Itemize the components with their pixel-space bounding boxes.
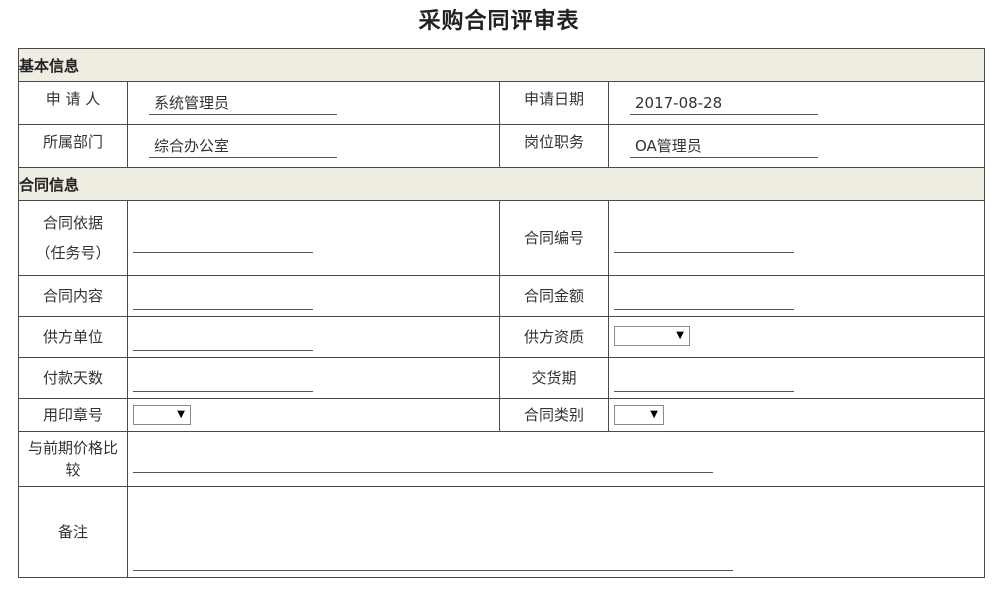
supplier-field[interactable] bbox=[133, 327, 313, 351]
delivery-field[interactable] bbox=[614, 368, 794, 392]
row-department: 所属部门 综合办公室 岗位职务 OA管理员 bbox=[18, 124, 986, 168]
qualification-select[interactable]: ▼ bbox=[614, 326, 690, 346]
seal-cell: ▼ bbox=[127, 398, 500, 432]
delivery-label: 交货期 bbox=[499, 357, 609, 399]
position-label: 岗位职务 bbox=[499, 124, 609, 168]
row-seal: 用印章号 ▼ 合同类别 ▼ bbox=[18, 398, 986, 432]
contract-number-field[interactable] bbox=[614, 229, 794, 253]
contract-number-label: 合同编号 bbox=[499, 200, 609, 276]
payment-days-label: 付款天数 bbox=[18, 357, 128, 399]
row-payment-days: 付款天数 交货期 bbox=[18, 357, 986, 399]
seal-label: 用印章号 bbox=[18, 398, 128, 432]
row-supplier: 供方单位 供方资质 ▼ bbox=[18, 316, 986, 358]
contract-amount-cell bbox=[607, 275, 986, 317]
position-field[interactable]: OA管理员 bbox=[630, 134, 818, 158]
contract-content-label: 合同内容 bbox=[18, 275, 128, 317]
remarks-cell bbox=[126, 486, 986, 578]
contract-review-form: 基本信息 申 请 人 系统管理员 申请日期 2017-08-28 所属部门 综合… bbox=[17, 48, 986, 578]
apply-date-label: 申请日期 bbox=[499, 81, 609, 125]
row-contract-basis: 合同依据 （任务号） 合同编号 bbox=[18, 200, 986, 276]
page-title: 采购合同评审表 bbox=[418, 9, 580, 34]
row-applicant: 申 请 人 系统管理员 申请日期 2017-08-28 bbox=[18, 81, 986, 125]
price-compare-cell bbox=[126, 431, 986, 487]
contract-basis-label-line1: 合同依据 bbox=[42, 214, 103, 232]
qualification-cell: ▼ bbox=[607, 316, 986, 358]
price-compare-label-line1: 与前期价格比 bbox=[27, 439, 118, 457]
department-label: 所属部门 bbox=[18, 124, 128, 168]
applicant-label: 申 请 人 bbox=[18, 81, 128, 125]
price-compare-label: 与前期价格比 较 bbox=[18, 431, 128, 487]
contract-content-field[interactable] bbox=[133, 286, 313, 310]
row-remarks: 备注 bbox=[18, 486, 986, 578]
applicant-field[interactable]: 系统管理员 bbox=[149, 91, 337, 115]
contract-amount-label: 合同金额 bbox=[499, 275, 609, 317]
contract-basis-label-line2: （任务号） bbox=[35, 244, 111, 262]
contract-type-cell: ▼ bbox=[607, 398, 986, 432]
section-contract-info: 合同信息 bbox=[17, 167, 986, 201]
row-price-compare: 与前期价格比 较 bbox=[18, 431, 986, 487]
row-contract-content: 合同内容 合同金额 bbox=[18, 275, 986, 317]
chevron-down-icon: ▼ bbox=[177, 409, 185, 420]
applicant-cell: 系统管理员 bbox=[127, 81, 500, 125]
contract-basis-field[interactable] bbox=[133, 229, 313, 253]
remarks-label: 备注 bbox=[18, 486, 128, 578]
section-contract-info-title: 合同信息 bbox=[17, 167, 986, 201]
delivery-cell bbox=[607, 357, 986, 399]
apply-date-cell: 2017-08-28 bbox=[607, 81, 986, 125]
contract-basis-cell bbox=[127, 200, 500, 276]
apply-date-field[interactable]: 2017-08-28 bbox=[630, 91, 818, 115]
contract-amount-field[interactable] bbox=[614, 286, 794, 310]
section-basic-info-title: 基本信息 bbox=[17, 48, 986, 82]
payment-days-field[interactable] bbox=[133, 368, 313, 392]
payment-days-cell bbox=[127, 357, 500, 399]
contract-basis-label: 合同依据 （任务号） bbox=[18, 200, 128, 276]
chevron-down-icon: ▼ bbox=[676, 330, 684, 341]
supplier-cell bbox=[127, 316, 500, 358]
contract-number-cell bbox=[607, 200, 986, 276]
position-cell: OA管理员 bbox=[607, 124, 986, 168]
department-field[interactable]: 综合办公室 bbox=[149, 134, 337, 158]
chevron-down-icon: ▼ bbox=[650, 409, 658, 420]
contract-content-cell bbox=[127, 275, 500, 317]
qualification-label: 供方资质 bbox=[499, 316, 609, 358]
section-basic-info: 基本信息 bbox=[17, 48, 986, 82]
remarks-field[interactable] bbox=[133, 547, 733, 571]
price-compare-field[interactable] bbox=[133, 449, 713, 473]
department-cell: 综合办公室 bbox=[127, 124, 500, 168]
contract-type-select[interactable]: ▼ bbox=[614, 405, 664, 425]
supplier-label: 供方单位 bbox=[18, 316, 128, 358]
price-compare-label-line2: 较 bbox=[65, 461, 81, 479]
seal-select[interactable]: ▼ bbox=[133, 405, 191, 425]
contract-type-label: 合同类别 bbox=[499, 398, 609, 432]
